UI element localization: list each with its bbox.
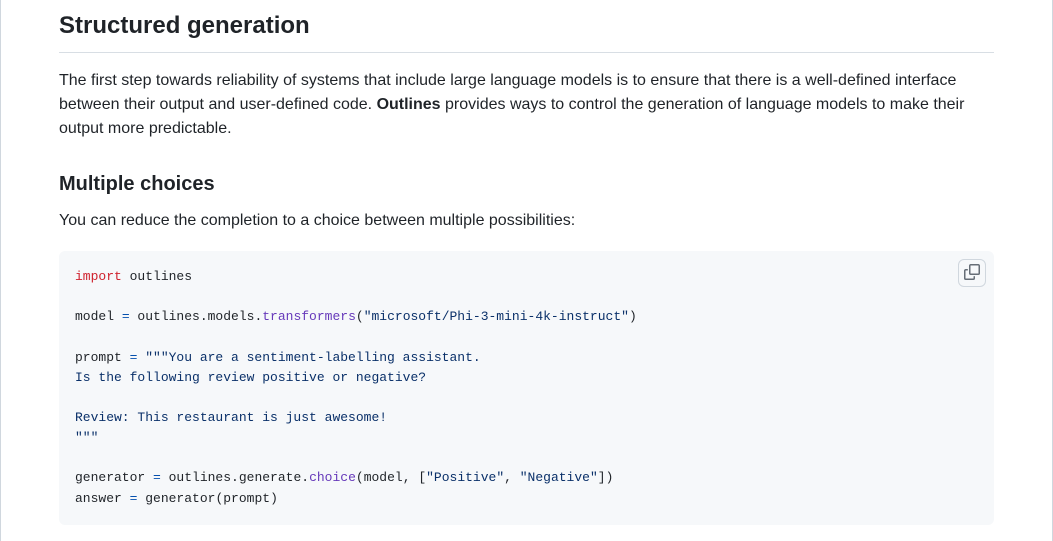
code-token: ] xyxy=(598,470,606,485)
code-token: , xyxy=(504,470,520,485)
code-token: import xyxy=(75,269,122,284)
code-token: ( xyxy=(356,309,364,324)
code-token: "microsoft/Phi-3-mini-4k-instruct" xyxy=(364,309,629,324)
code-token: = xyxy=(122,491,145,506)
code-token xyxy=(122,269,130,284)
code-token: ) xyxy=(270,491,278,506)
subsection-heading: Multiple choices xyxy=(59,169,994,199)
code-token: answer xyxy=(75,491,122,506)
code-token: outlines.generate. xyxy=(169,470,309,485)
code-token: = xyxy=(145,470,168,485)
code-token: outlines xyxy=(130,269,192,284)
code-block: import outlines model = outlines.models.… xyxy=(59,251,994,525)
copy-icon xyxy=(964,264,980,283)
code-token: = xyxy=(114,309,137,324)
code-content: import outlines model = outlines.models.… xyxy=(75,267,978,509)
code-token: , xyxy=(403,470,419,485)
section-lead: The first step towards reliability of sy… xyxy=(59,69,994,141)
subsection-body: You can reduce the completion to a choic… xyxy=(59,209,994,233)
code-token: transformers xyxy=(262,309,356,324)
lead-bold: Outlines xyxy=(377,96,441,113)
code-token: choice xyxy=(309,470,356,485)
code-token: generator xyxy=(75,470,145,485)
code-token: [ xyxy=(418,470,426,485)
code-token: generator xyxy=(145,491,215,506)
code-token: = xyxy=(122,350,145,365)
code-token: prompt xyxy=(223,491,270,506)
code-token: model xyxy=(364,470,403,485)
code-token: "Positive" xyxy=(426,470,504,485)
copy-button[interactable] xyxy=(958,259,986,287)
code-token: "Negative" xyxy=(520,470,598,485)
code-token: ) xyxy=(606,470,614,485)
code-token: ( xyxy=(356,470,364,485)
code-token: outlines.models. xyxy=(137,309,262,324)
code-token: ) xyxy=(629,309,637,324)
code-token: model xyxy=(75,309,114,324)
section-heading: Structured generation xyxy=(59,8,994,53)
code-token: prompt xyxy=(75,350,122,365)
